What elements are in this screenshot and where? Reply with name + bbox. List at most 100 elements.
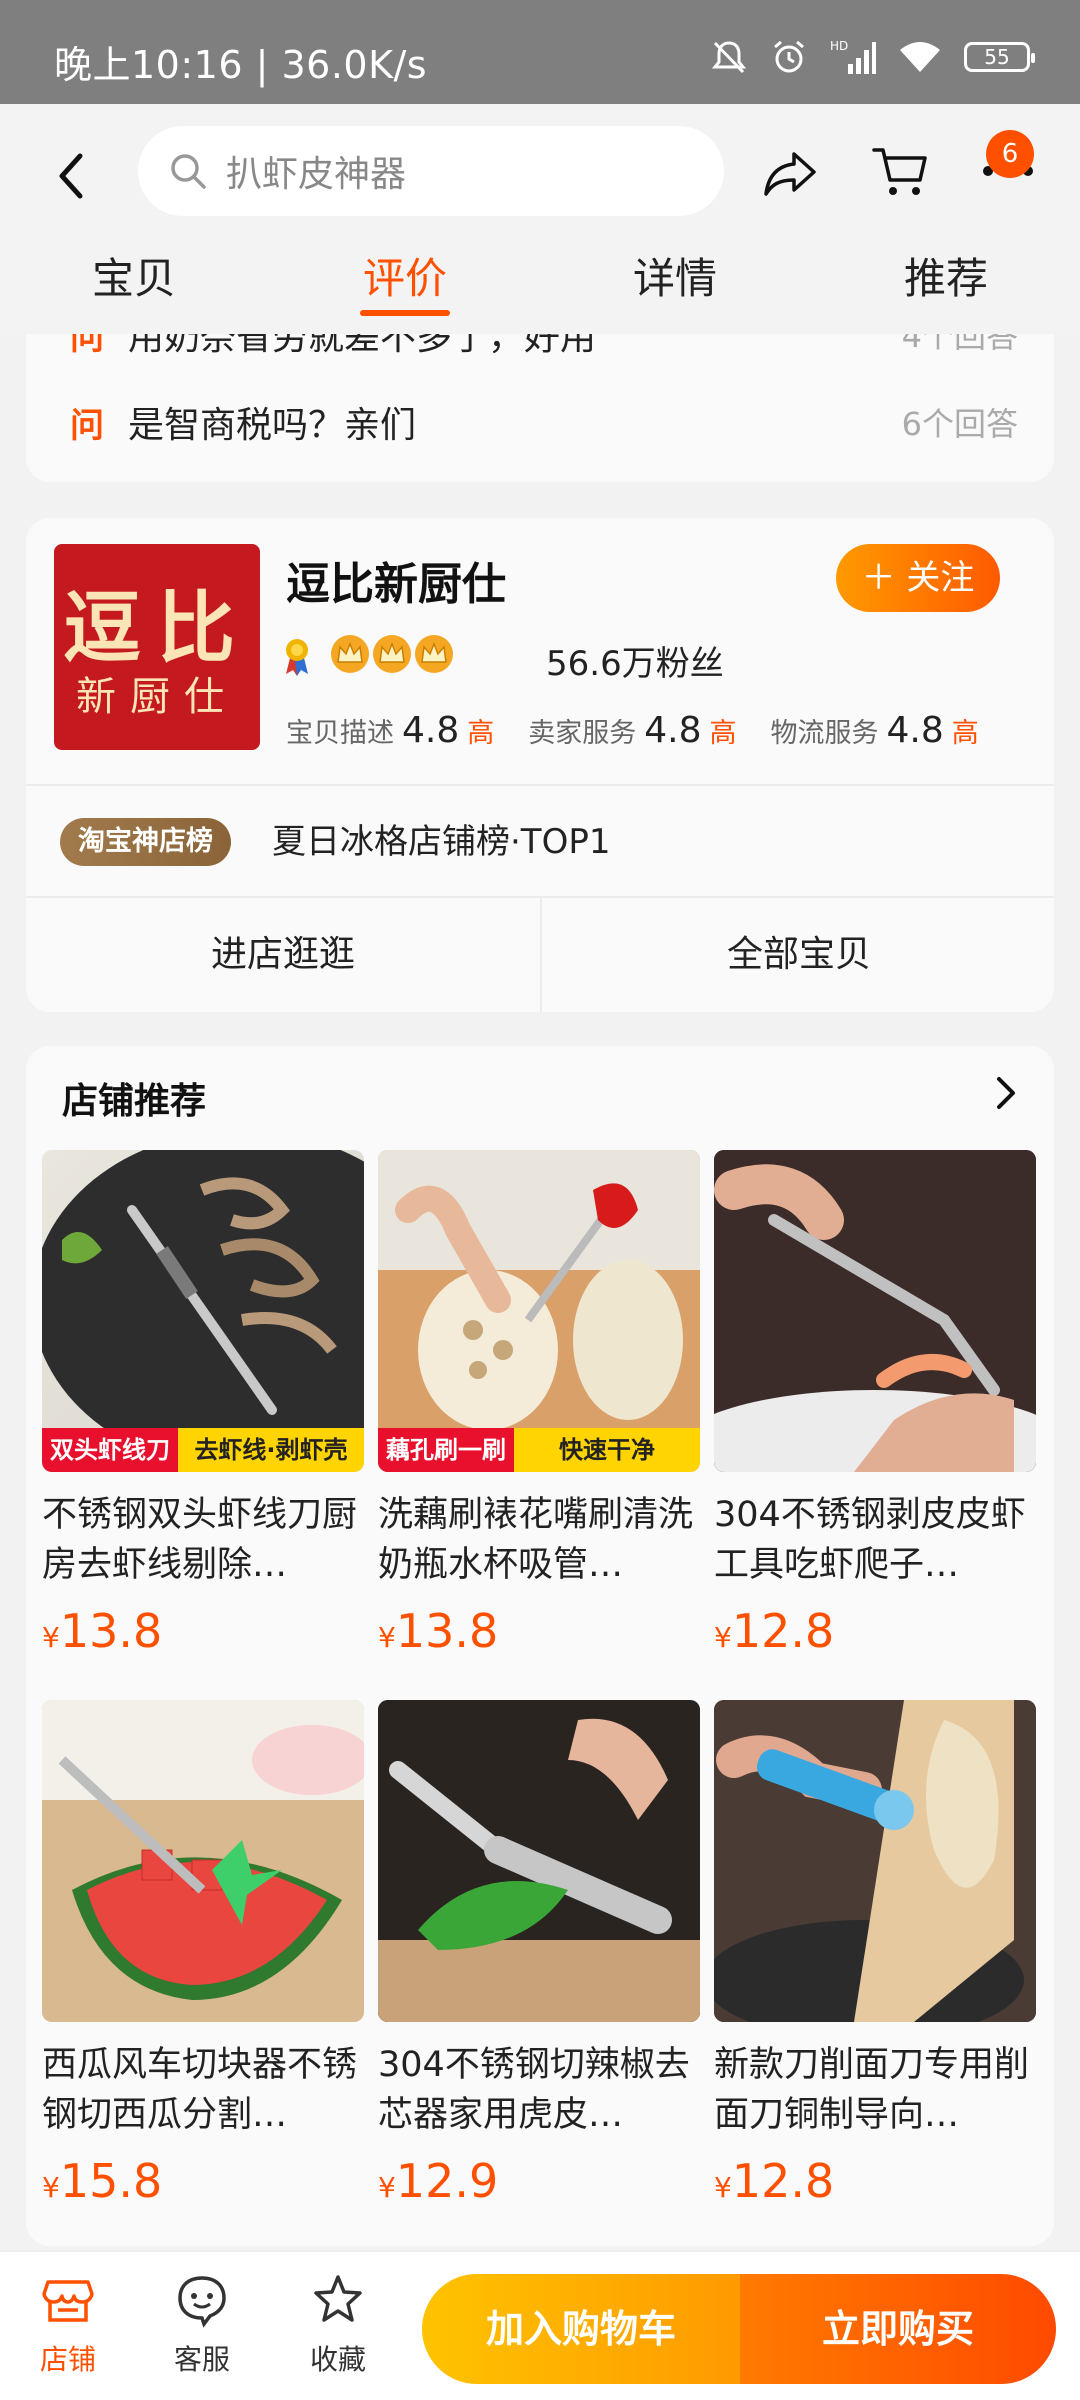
banner-left: 双头虾线刀: [42, 1428, 178, 1472]
product-price: ¥15.8: [42, 2154, 364, 2208]
shop-ratings: 宝贝描述 4.8 高 卖家服务 4.8 高 物流服务 4.8 高: [286, 710, 979, 751]
medal-icon: [286, 639, 308, 676]
rank-text[interactable]: 夏日冰格店铺榜·TOP1: [272, 818, 610, 866]
qa-item[interactable]: 问 用奶奈省劳就差不多了，好用 4个回答: [70, 334, 1018, 364]
service-tab[interactable]: 客服: [152, 2272, 252, 2378]
search-placeholder: 扒虾皮神器: [226, 154, 407, 195]
currency-symbol: ¥: [378, 1621, 396, 1654]
status-time: 晚上10:16 | 36.0K/s: [54, 43, 428, 87]
currency-symbol: ¥: [42, 2171, 60, 2204]
product-name: 不锈钢双头虾线刀厨房去虾线剔除…: [42, 1495, 358, 1585]
product-image[interactable]: 双头虾线刀 去虾线·剥虾壳: [42, 1150, 364, 1472]
chevron-right-icon[interactable]: [994, 1074, 1018, 1112]
banner-right: 快速干净: [514, 1428, 700, 1472]
shrimp-peeler-image: [714, 1150, 1036, 1472]
product-price: ¥12.8: [714, 1604, 1036, 1658]
rating-value: 4.8: [402, 710, 460, 751]
crown-icon: [331, 635, 369, 673]
product-name: 新款刀削面刀专用削面刀铜制导向…: [714, 2045, 1030, 2135]
rating-label: 物流服务: [770, 718, 879, 749]
service-tab-label: 客服: [173, 2343, 230, 2376]
price-value: 12.8: [731, 2154, 835, 2208]
rating-level: 高: [951, 718, 979, 749]
image-banner: 双头虾线刀 去虾线·剥虾壳: [42, 1428, 364, 1472]
back-icon[interactable]: [52, 146, 92, 206]
favorite-tab-label: 收藏: [309, 2343, 366, 2376]
shrimp-knife-image: [42, 1150, 364, 1470]
rating-label: 宝贝描述: [286, 718, 394, 749]
product-name: 304不锈钢切辣椒去芯器家用虎皮…: [378, 2045, 690, 2135]
rank-badge[interactable]: 淘宝神店榜: [60, 818, 231, 866]
lotus-brush-image: [378, 1150, 700, 1472]
shop-recommend-card: 店铺推荐 双头虾线刀 去虾线·剥虾壳 不锈钢双头虾线刀厨房去虾线剔除… ¥13.…: [26, 1046, 1054, 2246]
product-card[interactable]: 西瓜风车切块器不锈钢切西瓜分割… ¥15.8: [42, 1700, 364, 2208]
product-image[interactable]: 藕孔刷一刷 快速干净: [378, 1150, 700, 1472]
question-text: 是智商税吗？亲们: [128, 405, 417, 446]
product-price: ¥13.8: [378, 1604, 700, 1658]
product-card[interactable]: 304不锈钢剥皮皮虾工具吃虾爬子… ¥12.8: [714, 1150, 1036, 1658]
qa-card: 问 用奶奈省劳就差不多了，好用 4个回答 问 是智商税吗？亲们 6个回答: [26, 334, 1054, 482]
shop-logo[interactable]: 逗比 新厨仕: [54, 544, 260, 750]
image-banner: 藕孔刷一刷 快速干净: [378, 1428, 700, 1472]
add-to-cart-button[interactable]: 加入购物车: [422, 2274, 740, 2384]
crown-rating: [330, 634, 454, 674]
currency-symbol: ¥: [714, 1621, 732, 1654]
plus-icon: ＋: [861, 558, 907, 598]
star-icon: [314, 2275, 362, 2322]
wifi-icon: [900, 42, 940, 72]
product-card[interactable]: 304不锈钢切辣椒去芯器家用虎皮… ¥12.9: [378, 1700, 700, 2208]
product-card[interactable]: 双头虾线刀 去虾线·剥虾壳 不锈钢双头虾线刀厨房去虾线剔除… ¥13.8: [42, 1150, 364, 1658]
follow-button[interactable]: ＋ 关注: [836, 544, 1000, 612]
svg-text:HD: HD: [830, 39, 848, 53]
favorite-tab[interactable]: 收藏: [288, 2272, 388, 2378]
logo-text-large: 逗比: [62, 583, 251, 674]
price-value: 12.9: [395, 2154, 499, 2208]
tab-bar: 宝贝 评价 详情 推荐: [0, 244, 1080, 334]
product-image[interactable]: [714, 1700, 1036, 2022]
rating-logistics: 物流服务 4.8 高: [771, 710, 979, 751]
banner-left: 藕孔刷一刷: [378, 1428, 514, 1472]
product-card[interactable]: 新款刀削面刀专用削面刀铜制导向… ¥12.8: [714, 1700, 1036, 2208]
product-price: ¥13.8: [42, 1604, 364, 1658]
rating-level: 高: [709, 718, 737, 749]
product-image[interactable]: [714, 1150, 1036, 1472]
mute-icon: [711, 41, 747, 74]
store-icon: [42, 2280, 94, 2322]
top-nav: 扒虾皮神器 6 宝贝 评价 详情 推荐: [0, 104, 1080, 334]
tab-baobei[interactable]: 宝贝: [34, 244, 234, 314]
shop-tab-label: 店铺: [39, 2343, 96, 2376]
product-image[interactable]: [42, 1700, 364, 2022]
qa-item[interactable]: 问 是智商税吗？亲们 6个回答: [70, 392, 1018, 452]
question-mark: 问: [70, 405, 104, 446]
hd-signal-icon: HD: [830, 39, 876, 74]
share-icon[interactable]: [762, 148, 818, 198]
rating-value: 4.8: [886, 710, 944, 751]
currency-symbol: ¥: [42, 1621, 60, 1654]
cart-icon[interactable]: [870, 144, 930, 200]
status-icons: HD 55: [710, 38, 1035, 76]
banner-right: 去虾线·剥虾壳: [178, 1428, 364, 1472]
rating-level: 高: [467, 718, 495, 749]
product-price: ¥12.9: [378, 2154, 700, 2208]
product-name: 洗藕刷裱花嘴刷清洗奶瓶水杯吸管…: [378, 1495, 694, 1585]
search-input[interactable]: 扒虾皮神器: [138, 126, 724, 216]
answer-count: 6个回答: [901, 405, 1018, 443]
tab-details[interactable]: 详情: [575, 244, 775, 314]
alarm-icon: [774, 40, 804, 73]
battery-icon: 55: [964, 42, 1035, 72]
enter-shop-button[interactable]: 进店逛逛: [26, 898, 540, 1012]
answer-count: 4个回答: [901, 334, 1018, 355]
watermelon-cutter-image: [42, 1700, 364, 2022]
question-mark: 问: [70, 334, 104, 358]
follow-label: 关注: [906, 558, 975, 598]
product-image[interactable]: [378, 1700, 700, 2022]
product-card[interactable]: 藕孔刷一刷 快速干净 洗藕刷裱花嘴刷清洗奶瓶水杯吸管… ¥13.8: [378, 1150, 700, 1658]
shop-name[interactable]: 逗比新厨仕: [286, 548, 506, 612]
buy-now-button[interactable]: 立即购买: [740, 2274, 1056, 2384]
all-items-button[interactable]: 全部宝贝: [542, 898, 1056, 1012]
tab-recommend[interactable]: 推荐: [846, 244, 1046, 314]
cart-badge: 6: [986, 130, 1034, 178]
shop-tab[interactable]: 店铺: [18, 2272, 118, 2378]
tab-reviews[interactable]: 评价: [305, 244, 505, 314]
product-name: 西瓜风车切块器不锈钢切西瓜分割…: [42, 2045, 358, 2135]
